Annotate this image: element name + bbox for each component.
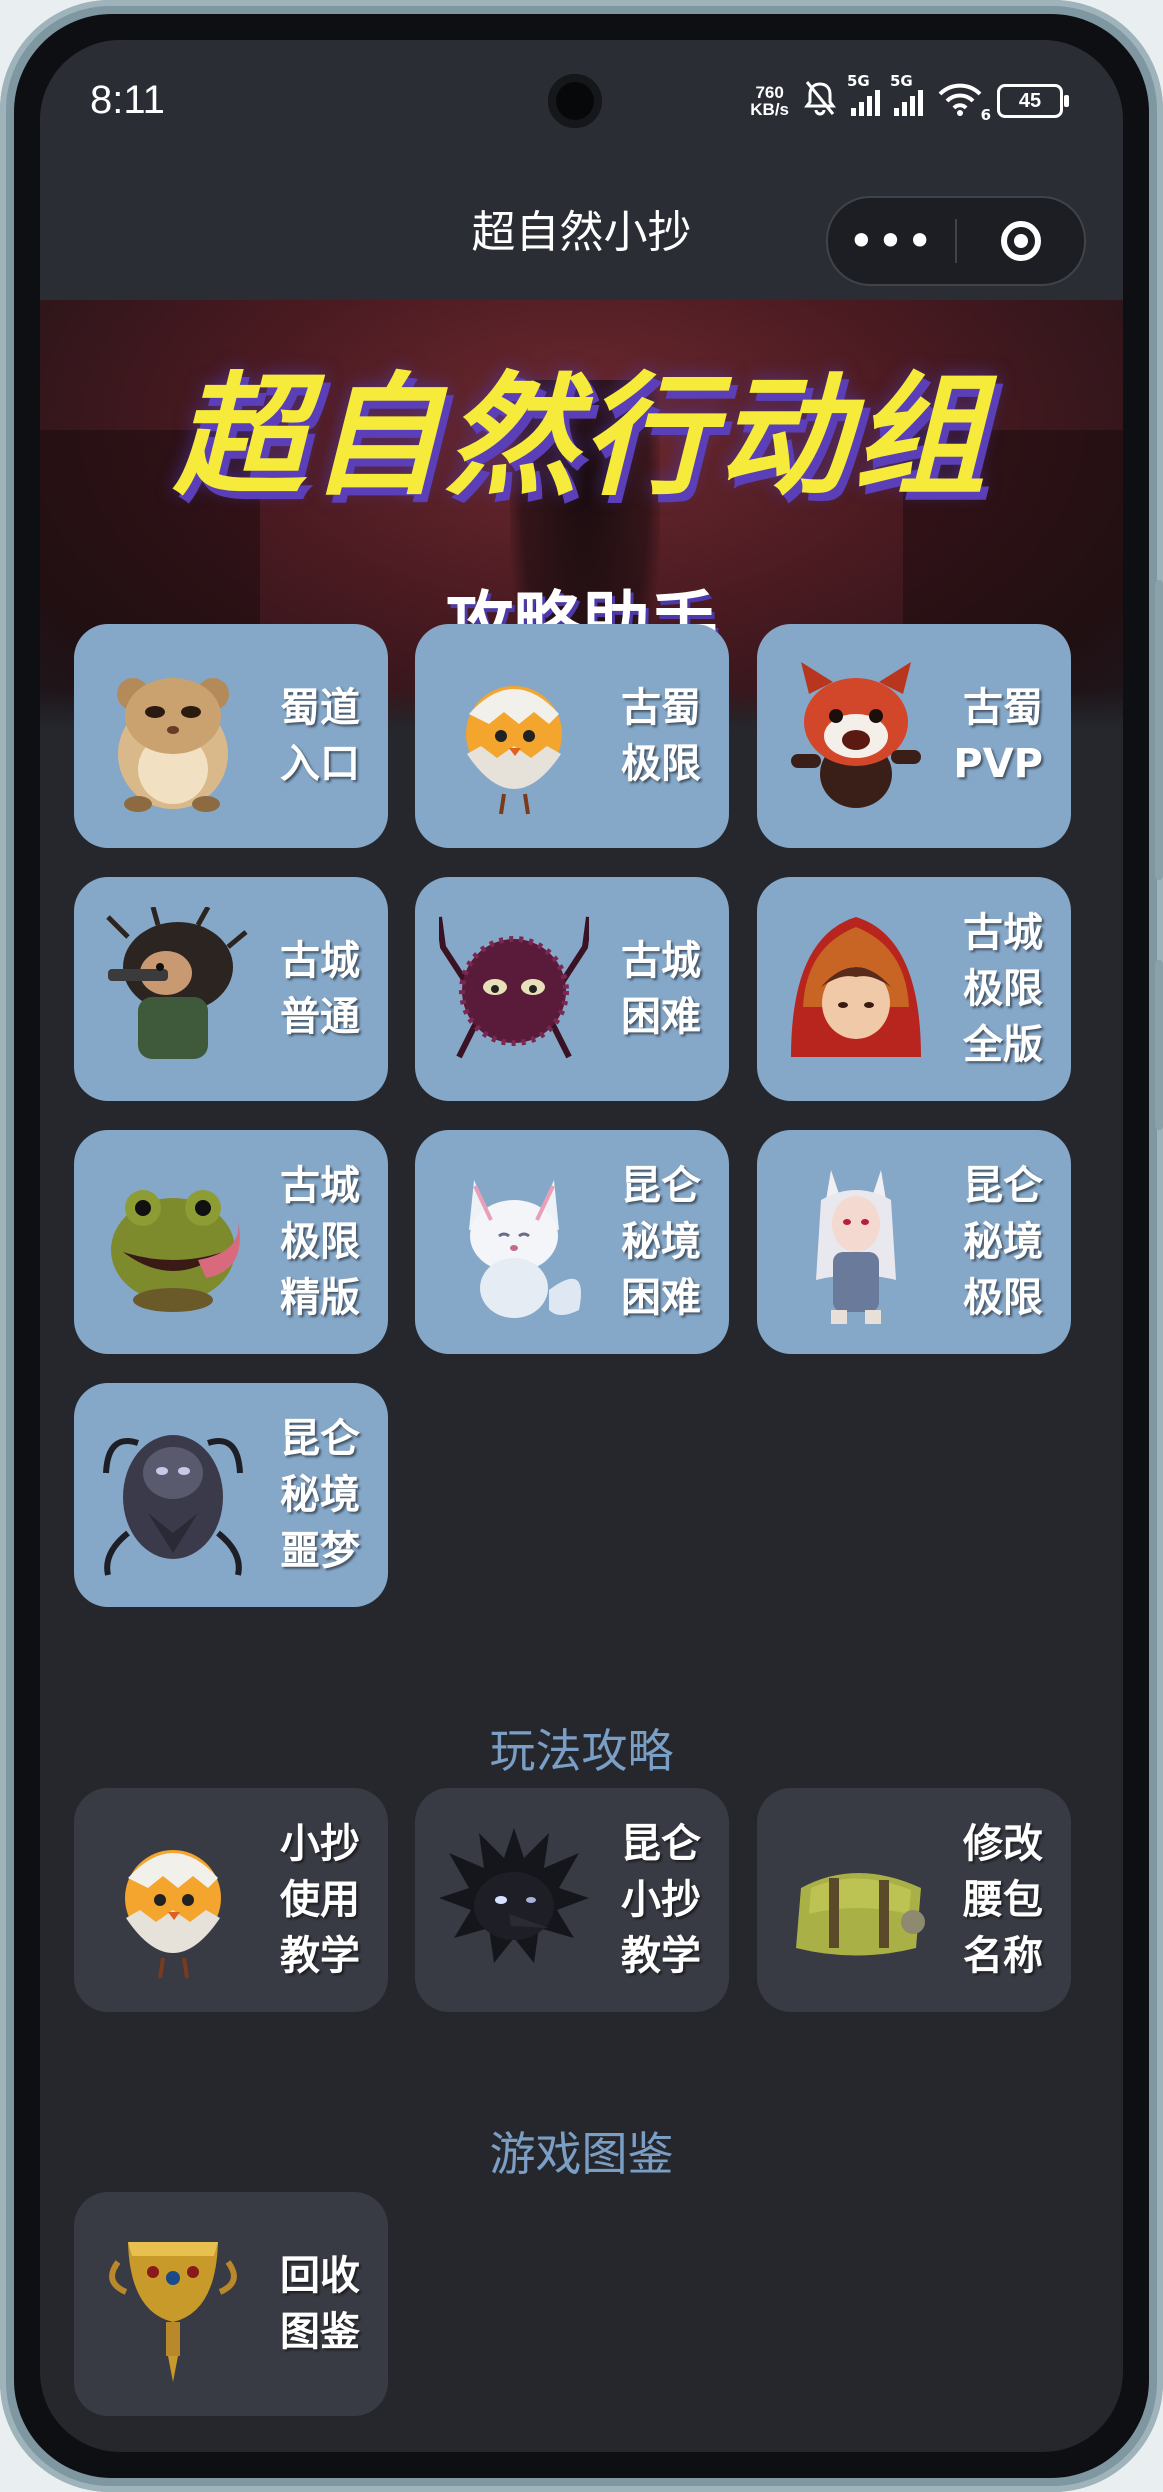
chick-egg-icon: [466, 686, 562, 815]
mode-tile[interactable]: 昆仑 秘境 极限: [757, 1130, 1071, 1354]
mode-tile-label: 古城 普通: [280, 938, 360, 1040]
mode-tile-label: 古城 极限 全版: [963, 910, 1043, 1068]
mini-program-nav-bar: 超自然小抄 •••: [40, 150, 1123, 300]
bag-icon: [796, 1873, 925, 1956]
more-options-button[interactable]: •••: [828, 218, 955, 264]
dark-demon-icon: [103, 1435, 243, 1576]
frog-icon: [111, 1190, 240, 1312]
target-icon: [1000, 221, 1041, 261]
network-speed-unit: KB/s: [750, 100, 789, 119]
screen: 8:11 760 KB/s 5G 5G 6 45 超自然小抄 ••• 超自然行动…: [40, 40, 1123, 2452]
sim1-network-type: 5G: [847, 72, 870, 90]
atlas-tile[interactable]: 回收 图鉴: [74, 2192, 388, 2416]
power-button: [1155, 960, 1163, 1130]
mode-tile[interactable]: 古蜀 极限: [415, 624, 729, 848]
status-bar: 8:11 760 KB/s 5G 5G 6 45: [40, 40, 1123, 150]
chick-egg-icon: [125, 1850, 221, 1979]
guide-tile-label: 昆仑 小抄 教学: [621, 1821, 701, 1979]
battery-icon: 45: [997, 84, 1069, 118]
volume-button: [1155, 580, 1163, 880]
spider-ball-icon: [439, 916, 589, 1059]
mode-tile-label: 昆仑 秘境 极限: [963, 1163, 1043, 1321]
white-fox-icon: [469, 1180, 581, 1318]
guide-tile-label: 小抄 使用 教学: [280, 1821, 360, 1979]
mode-tile[interactable]: 古城 极限 精版: [74, 1130, 388, 1354]
battery-level: 45: [1018, 90, 1042, 112]
network-speed: 760 KB/s: [750, 84, 789, 118]
banner-title: 超自然行动组: [173, 360, 990, 514]
guide-tile[interactable]: 修改 腰包 名称: [757, 1788, 1071, 2012]
red-panda-icon: [791, 662, 921, 808]
wifi-icon: 6: [937, 82, 991, 124]
status-icons: 760 KB/s 5G 5G 6 45: [750, 72, 1069, 124]
mode-tile-label: 古蜀 PVP: [953, 685, 1043, 787]
sim2-network-type: 5G: [890, 72, 913, 90]
mode-tile[interactable]: 昆仑 秘境 困难: [415, 1130, 729, 1354]
golden-goblet-icon: [109, 2242, 237, 2382]
mode-tile[interactable]: 蜀道 入口: [74, 624, 388, 848]
mode-tile-label: 古城 极限 精版: [280, 1163, 360, 1321]
mode-tile[interactable]: 古城 困难: [415, 877, 729, 1101]
mode-tile[interactable]: 昆仑 秘境 噩梦: [74, 1383, 388, 1607]
atlas-tile-label: 回收 图鉴: [280, 2253, 360, 2355]
front-camera: [548, 74, 602, 128]
mode-tile-label: 蜀道 入口: [280, 685, 360, 787]
mode-tile-label: 古蜀 极限: [621, 685, 701, 787]
hedgehog-gunner-icon: [106, 907, 248, 1059]
section-title-guides: 玩法攻略: [489, 1724, 674, 1778]
signal-icon-sim2: 5G: [890, 72, 923, 116]
guide-tile[interactable]: 小抄 使用 教学: [74, 1788, 388, 2012]
wifi-badge: 6: [980, 106, 991, 124]
hamster-icon: [117, 678, 229, 812]
guide-tile-label: 修改 腰包 名称: [963, 1821, 1043, 1979]
guide-tile[interactable]: 昆仑 小抄 教学: [415, 1788, 729, 2012]
network-speed-value: 760: [755, 83, 784, 102]
mode-tile[interactable]: 古城 普通: [74, 877, 388, 1101]
capsule-menu: •••: [826, 196, 1086, 286]
mode-tile[interactable]: 古城 极限 全版: [757, 877, 1071, 1101]
mode-tile-label: 古城 困难: [621, 938, 701, 1040]
section-title-atlas: 游戏图鉴: [489, 2127, 674, 2181]
red-hood-girl-icon: [791, 917, 921, 1057]
clock: 8:11: [90, 78, 165, 122]
signal-icon-sim1: 5G: [847, 72, 880, 116]
mode-tile-label: 昆仑 秘境 噩梦: [280, 1416, 360, 1574]
black-crow-icon: [439, 1828, 589, 1963]
mode-tile-label: 昆仑 秘境 困难: [621, 1163, 701, 1321]
mute-bell-icon: [803, 80, 837, 122]
fox-girl-icon: [816, 1170, 896, 1324]
mode-tile[interactable]: 古蜀 PVP: [757, 624, 1071, 848]
close-mini-program-button[interactable]: [957, 221, 1084, 261]
